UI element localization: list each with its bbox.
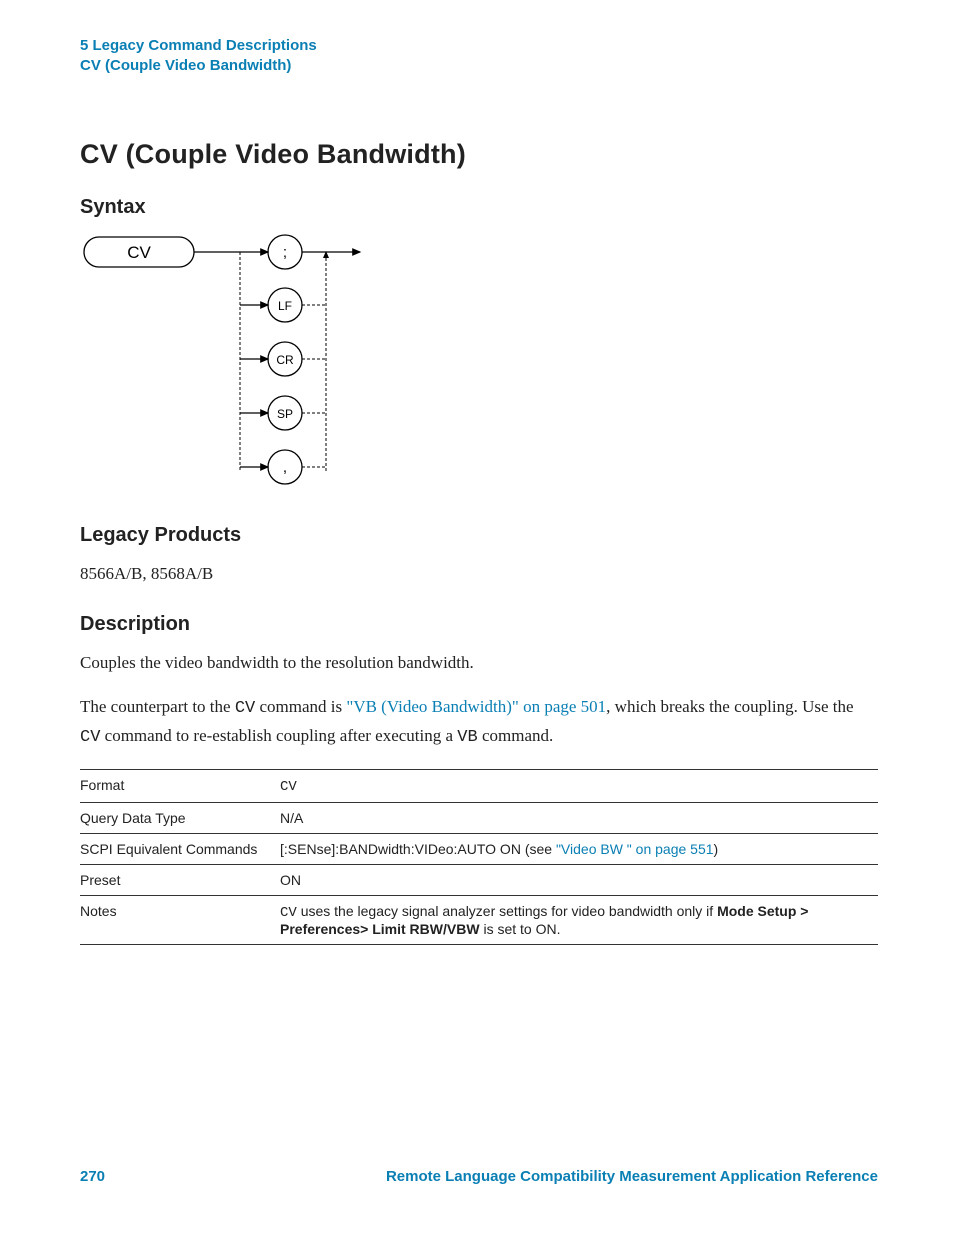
notes-code: CV [280, 905, 297, 921]
row-query-val: N/A [280, 802, 878, 833]
row-scpi-key: SCPI Equivalent Commands [80, 833, 280, 864]
syntax-heading: Syntax [80, 196, 878, 219]
row-notes-val: CV uses the legacy signal analyzer setti… [280, 895, 878, 944]
page-number: 270 [80, 1168, 105, 1185]
table-row: Notes CV uses the legacy signal analyzer… [80, 895, 878, 944]
description-heading: Description [80, 613, 878, 636]
header-topic-line: CV (Couple Video Bandwidth) [80, 56, 878, 76]
row-query-key: Query Data Type [80, 802, 280, 833]
diagram-start-label: CV [127, 243, 151, 262]
header-section-line: 5 Legacy Command Descriptions [80, 36, 878, 56]
table-row: Query Data Type N/A [80, 802, 878, 833]
description-p2: The counterpart to the CV command is "VB… [80, 694, 878, 751]
legacy-products-heading: Legacy Products [80, 524, 878, 547]
scpi-text-b: ) [714, 841, 719, 857]
row-preset-val: ON [280, 864, 878, 895]
row-format-val: CV [280, 769, 878, 802]
diagram-opt-0: ; [283, 244, 287, 261]
notes-text-a: uses the legacy signal analyzer settings… [297, 903, 717, 919]
page-title: CV (Couple Video Bandwidth) [80, 139, 878, 170]
desc-p2d: command to re-establish coupling after e… [100, 726, 457, 745]
footer-reference: Remote Language Compatibility Measuremen… [386, 1168, 878, 1185]
diagram-opt-4: , [283, 459, 287, 476]
desc-p2-code2: CV [80, 728, 100, 747]
desc-p2e: command. [478, 726, 554, 745]
diagram-opt-1: LF [278, 299, 292, 313]
table-row: SCPI Equivalent Commands [:SENse]:BANDwi… [80, 833, 878, 864]
page-footer: 270 Remote Language Compatibility Measur… [80, 1168, 878, 1185]
diagram-opt-2: CR [276, 353, 294, 367]
table-row: Format CV [80, 769, 878, 802]
info-table: Format CV Query Data Type N/A SCPI Equiv… [80, 769, 878, 945]
video-bw-link[interactable]: "Video BW " on page 551 [556, 841, 714, 857]
description-p1: Couples the video bandwidth to the resol… [80, 650, 878, 676]
desc-p2-code3: VB [457, 728, 477, 747]
row-preset-key: Preset [80, 864, 280, 895]
scpi-text-a: [:SENse]:BANDwidth:VIDeo:AUTO ON (see [280, 841, 556, 857]
legacy-products-text: 8566A/B, 8568A/B [80, 561, 878, 587]
notes-text-b: is set to ON. [480, 921, 561, 937]
row-scpi-val: [:SENse]:BANDwidth:VIDeo:AUTO ON (see "V… [280, 833, 878, 864]
vb-link[interactable]: "VB (Video Bandwidth)" on page 501 [346, 697, 606, 716]
desc-p2c: , which breaks the coupling. Use the [606, 697, 853, 716]
row-format-key: Format [80, 769, 280, 802]
syntax-diagram: CV ; LF CR SP , [80, 233, 878, 498]
desc-p2-code1: CV [235, 699, 255, 718]
diagram-opt-3: SP [277, 407, 293, 421]
table-row: Preset ON [80, 864, 878, 895]
desc-p2a: The counterpart to the [80, 697, 235, 716]
row-notes-key: Notes [80, 895, 280, 944]
desc-p2b: command is [255, 697, 346, 716]
